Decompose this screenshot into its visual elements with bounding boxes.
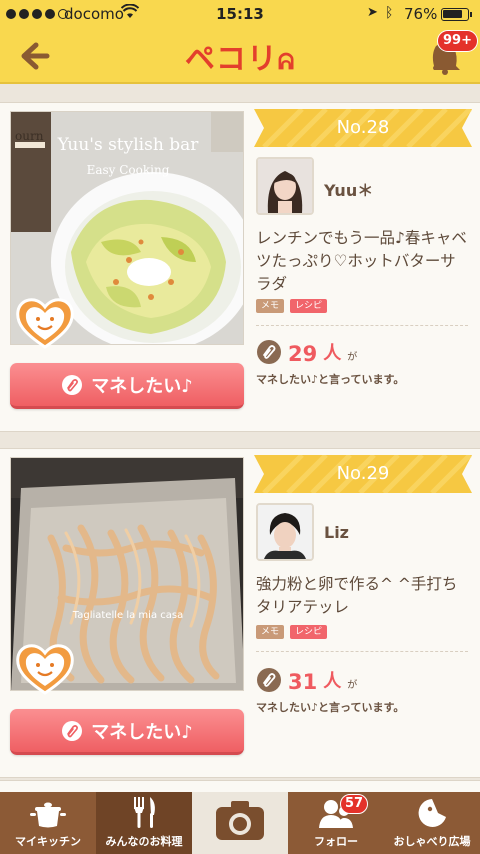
tag-list: メモ レシピ xyxy=(256,299,328,313)
divider xyxy=(256,325,468,326)
ranking-card-next xyxy=(0,780,480,792)
fork-knife-icon xyxy=(134,797,155,828)
app-logo: ペコリᕱ xyxy=(0,34,480,78)
tag-recipe: レシピ xyxy=(290,299,328,313)
mane-count-unit: 人 xyxy=(323,343,342,364)
mane-count-unit: 人 xyxy=(323,671,342,692)
tab-label: マイキッチン xyxy=(15,835,81,848)
tab-follow[interactable]: フォロー 57 xyxy=(288,792,384,854)
pot-icon xyxy=(30,802,66,828)
heart-face-icon[interactable] xyxy=(16,641,74,695)
paperclip-badge-icon xyxy=(257,668,281,692)
paperclip-icon xyxy=(62,720,83,741)
rank-label: No.29 xyxy=(336,463,390,484)
mane-count-suffix: が xyxy=(347,352,358,363)
paperclip-icon xyxy=(62,374,83,395)
chat-face-icon xyxy=(418,799,446,827)
mane-count: 31 人 が xyxy=(256,667,357,693)
tab-label: フォロー xyxy=(314,835,358,848)
recipe-description: レンチンでもう一品♪春キャベツたっぷり♡ホットバターサラダ xyxy=(256,229,467,293)
recipe-description: 強力粉と卵で作る^ ^手打ちタリアテッレ xyxy=(256,575,458,616)
ranking-card: Tagliatelle la mia casa マネしたい♪ No.29 Liz… xyxy=(0,448,480,778)
camera-icon xyxy=(216,801,264,840)
mane-count-number: 29 xyxy=(288,342,318,366)
tag-list: メモ レシピ xyxy=(256,625,328,639)
user-name[interactable]: Liz xyxy=(324,523,349,542)
avatar-photo-liz xyxy=(258,505,312,559)
tab-label: みんなのお料理 xyxy=(105,835,183,848)
heart-face-icon[interactable] xyxy=(16,295,74,349)
tab-my-kitchen[interactable]: マイキッチン xyxy=(0,792,96,854)
avatar[interactable] xyxy=(256,157,314,215)
tab-label: おしゃべり広場 xyxy=(393,835,471,848)
photo-subtitle: Easy Cooking xyxy=(87,163,170,177)
tab-chat-plaza[interactable]: おしゃべり広場 xyxy=(384,792,480,854)
notification-badge: 99+ xyxy=(437,30,478,52)
photo-side-text: ourn xyxy=(15,129,44,143)
tab-everyones-cooking[interactable]: みんなのお料理 xyxy=(96,792,192,854)
tab-bar: マイキッチン みんなのお料理 フォロー 57 おしゃべり広場 xyxy=(0,792,480,854)
mane-count-caption: マネしたい♪と言っています。 xyxy=(256,373,405,386)
ranking-feed: Yuu's stylish bar Easy Cooking ourn マネした… xyxy=(0,86,480,792)
user-name[interactable]: Yuu＊ xyxy=(324,177,373,201)
photo-title: Tagliatelle la mia casa xyxy=(72,610,183,621)
mane-button-label: マネしたい♪ xyxy=(91,721,193,743)
rank-label: No.28 xyxy=(336,117,390,138)
paperclip-badge-icon xyxy=(257,340,281,364)
mane-button-label: マネしたい♪ xyxy=(91,375,193,397)
follow-badge: 57 xyxy=(340,794,368,814)
logo-text: ペコリ xyxy=(184,42,278,77)
avatar-photo-yuu xyxy=(258,159,312,213)
battery-percent: 76% xyxy=(404,5,438,23)
location-arrow-icon: ➤ xyxy=(367,5,378,20)
mane-count: 29 人 が xyxy=(256,339,357,365)
photo-title: Yuu's stylish bar xyxy=(57,135,200,155)
tab-camera[interactable] xyxy=(192,792,288,854)
mane-count-caption: マネしたい♪と言っています。 xyxy=(256,701,405,714)
status-bar: docomo 15:13 ➤ ᛒ 76% xyxy=(0,0,480,28)
tag-memo: メモ xyxy=(256,625,285,639)
mane-count-number: 31 xyxy=(288,670,318,694)
mane-shitai-button[interactable]: マネしたい♪ xyxy=(10,709,244,755)
tag-memo: メモ xyxy=(256,299,285,313)
mane-count-suffix: が xyxy=(347,680,358,691)
bluetooth-icon: ᛒ xyxy=(385,5,394,21)
tag-recipe: レシピ xyxy=(290,625,328,639)
ranking-card: Yuu's stylish bar Easy Cooking ourn マネした… xyxy=(0,102,480,432)
nav-bar: ペコリᕱ 99+ xyxy=(0,28,480,84)
avatar[interactable] xyxy=(256,503,314,561)
divider xyxy=(256,651,468,652)
bird-logo-icon: ᕱ xyxy=(277,50,296,75)
mane-shitai-button[interactable]: マネしたい♪ xyxy=(10,363,244,409)
battery-icon xyxy=(441,8,472,21)
